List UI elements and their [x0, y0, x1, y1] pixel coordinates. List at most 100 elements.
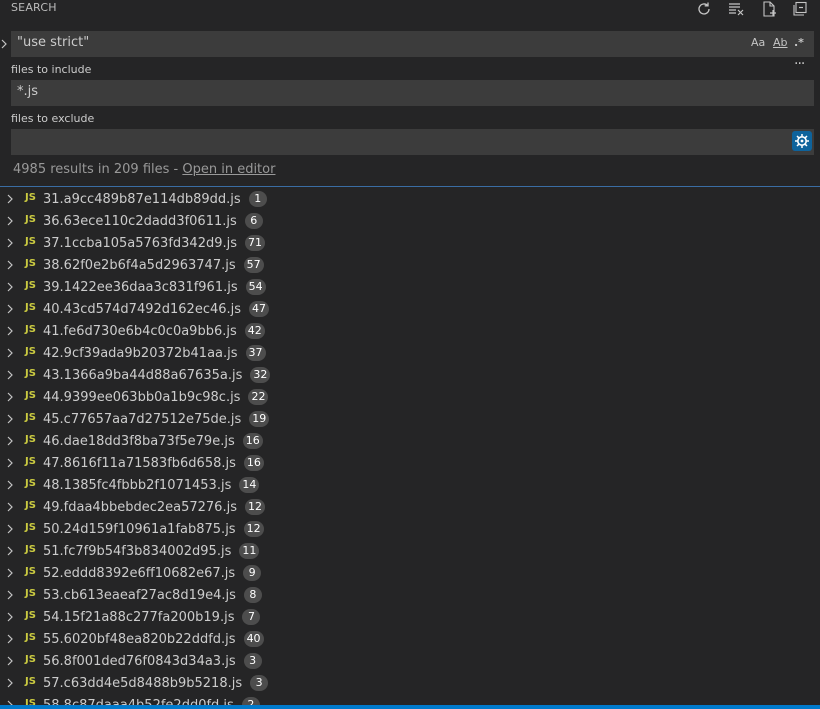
chevron-right-icon[interactable] [5, 325, 15, 337]
clear-results-icon[interactable] [726, 0, 746, 18]
result-file-row[interactable]: JS 53.cb613eaeaf27ac8d19e4.js 8 [0, 584, 820, 606]
chevron-right-icon[interactable] [5, 347, 15, 359]
result-file-row[interactable]: JS 42.9cf39ada9b20372b41aa.js 37 [0, 342, 820, 364]
js-file-icon: JS [25, 214, 36, 225]
js-file-icon: JS [25, 566, 36, 577]
result-file-row[interactable]: JS 38.62f0e2b6f4a5d2963747.js 57 [0, 254, 820, 276]
match-count-badge: 16 [242, 433, 263, 449]
chevron-right-icon[interactable] [5, 501, 15, 513]
js-file-icon: JS [25, 434, 36, 445]
match-count-badge: 71 [245, 235, 266, 251]
result-file-row[interactable]: JS 43.1366a9ba44d88a67635a.js 32 [0, 364, 820, 386]
js-file-icon: JS [25, 390, 36, 401]
result-file-row[interactable]: JS 40.43cd574d7492d162ec46.js 47 [0, 298, 820, 320]
chevron-right-icon[interactable] [5, 215, 15, 227]
result-file-name: 38.62f0e2b6f4a5d2963747.js 57 [43, 257, 264, 273]
result-file-name: 53.cb613eaeaf27ac8d19e4.js 8 [43, 587, 262, 603]
result-file-row[interactable]: JS 46.dae18dd3f8ba73f5e79e.js 16 [0, 430, 820, 452]
result-file-row[interactable]: JS 49.fdaa4bbebdec2ea57276.js 12 [0, 496, 820, 518]
js-file-icon: JS [25, 478, 36, 489]
chevron-right-icon[interactable] [5, 523, 15, 535]
open-in-editor-link[interactable]: Open in editor [182, 162, 275, 177]
chevron-right-icon[interactable] [5, 303, 15, 315]
result-file-row[interactable]: JS 57.c63dd4e5d8488b9b5218.js 3 [0, 672, 820, 694]
match-case-icon[interactable]: Aa [751, 36, 765, 49]
file-name-text: 46.dae18dd3f8ba73f5e79e.js [43, 434, 235, 449]
match-count-badge: 12 [244, 499, 265, 515]
js-file-icon: JS [25, 192, 36, 203]
result-file-name: 54.15f21a88c277fa200b19.js 7 [43, 609, 261, 625]
js-file-icon: JS [25, 676, 36, 687]
match-count-badge: 3 [243, 653, 262, 669]
chevron-right-icon[interactable] [5, 633, 15, 645]
chevron-right-icon[interactable] [5, 369, 15, 381]
result-file-name: 57.c63dd4e5d8488b9b5218.js 3 [43, 675, 269, 691]
chevron-right-icon[interactable] [5, 457, 15, 469]
chevron-right-icon[interactable] [5, 391, 15, 403]
file-name-text: 53.cb613eaeaf27ac8d19e4.js [43, 588, 236, 603]
chevron-right-icon[interactable] [5, 479, 15, 491]
js-file-icon: JS [25, 236, 36, 247]
result-file-name: 48.1385fc4fbbb2f1071453.js 14 [43, 477, 260, 493]
regex-icon[interactable]: .* [794, 36, 804, 49]
file-name-text: 44.9399ee063bb0a1b9c98c.js [43, 390, 241, 405]
result-file-row[interactable]: JS 37.1ccba105a5763fd342d9.js 71 [0, 232, 820, 254]
result-file-row[interactable]: JS 54.15f21a88c277fa200b19.js 7 [0, 606, 820, 628]
result-file-row[interactable]: JS 45.c77657aa7d27512e75de.js 19 [0, 408, 820, 430]
match-count-badge: 37 [245, 345, 266, 361]
result-file-name: 36.63ece110c2dadd3f0611.js 6 [43, 213, 263, 229]
chevron-right-icon[interactable] [5, 589, 15, 601]
files-to-include-input[interactable]: *.js [11, 80, 814, 106]
match-count-badge: 16 [243, 455, 264, 471]
chevron-right-icon[interactable] [5, 677, 15, 689]
match-count-badge: 9 [243, 565, 262, 581]
match-count-badge: 47 [249, 301, 270, 317]
result-file-name: 43.1366a9ba44d88a67635a.js 32 [43, 367, 271, 383]
result-file-row[interactable]: JS 50.24d159f10961a1fab875.js 12 [0, 518, 820, 540]
file-name-text: 38.62f0e2b6f4a5d2963747.js [43, 258, 236, 273]
result-file-row[interactable]: JS 51.fc7f9b54f3b834002d95.js 11 [0, 540, 820, 562]
js-file-icon: JS [25, 412, 36, 423]
result-file-row[interactable]: JS 55.6020bf48ea820b22ddfd.js 40 [0, 628, 820, 650]
chevron-right-icon[interactable] [5, 567, 15, 579]
refresh-icon[interactable] [694, 0, 714, 18]
chevron-right-icon[interactable] [5, 413, 15, 425]
result-file-row[interactable]: JS 44.9399ee063bb0a1b9c98c.js 22 [0, 386, 820, 408]
toggle-replace-chevron-icon[interactable] [0, 36, 8, 52]
panel-title: SEARCH [11, 1, 57, 14]
chevron-right-icon[interactable] [5, 655, 15, 667]
search-input[interactable]: "use strict" Aa Ab .* [11, 31, 814, 57]
chevron-right-icon[interactable] [5, 435, 15, 447]
file-name-text: 31.a9cc489b87e114db89dd.js [43, 192, 241, 207]
collapse-all-icon[interactable] [790, 0, 810, 18]
chevron-right-icon[interactable] [5, 259, 15, 271]
chevron-right-icon[interactable] [5, 193, 15, 205]
result-file-name: 31.a9cc489b87e114db89dd.js 1 [43, 191, 267, 207]
new-search-editor-icon[interactable] [759, 0, 779, 18]
js-file-icon: JS [25, 522, 36, 533]
result-file-name: 40.43cd574d7492d162ec46.js 47 [43, 301, 270, 317]
chevron-right-icon[interactable] [5, 545, 15, 557]
result-file-name: 39.1422ee36daa3c831f961.js 54 [43, 279, 266, 295]
files-to-exclude-input[interactable] [11, 129, 814, 155]
chevron-right-icon[interactable] [5, 281, 15, 293]
result-file-row[interactable]: JS 56.8f001ded76f0843d34a3.js 3 [0, 650, 820, 672]
result-file-row[interactable]: JS 47.8616f11a71583fb6d658.js 16 [0, 452, 820, 474]
more-options-icon[interactable]: ··· [794, 56, 805, 72]
match-whole-word-icon[interactable]: Ab [773, 36, 788, 49]
files-to-exclude-label: files to exclude [11, 112, 95, 125]
use-exclude-settings-gear-icon[interactable] [792, 131, 812, 151]
result-file-row[interactable]: JS 52.eddd8392e6ff10682e67.js 9 [0, 562, 820, 584]
file-name-text: 54.15f21a88c277fa200b19.js [43, 610, 235, 625]
result-file-row[interactable]: JS 39.1422ee36daa3c831f961.js 54 [0, 276, 820, 298]
result-file-name: 45.c77657aa7d27512e75de.js 19 [43, 411, 270, 427]
file-name-text: 42.9cf39ada9b20372b41aa.js [43, 346, 238, 361]
chevron-right-icon[interactable] [5, 611, 15, 623]
js-file-icon: JS [25, 654, 36, 665]
result-file-row[interactable]: JS 48.1385fc4fbbb2f1071453.js 14 [0, 474, 820, 496]
result-file-row[interactable]: JS 31.a9cc489b87e114db89dd.js 1 [0, 188, 820, 210]
result-file-row[interactable]: JS 41.fe6d730e6b4c0c0a9bb6.js 42 [0, 320, 820, 342]
match-count-badge: 8 [243, 587, 262, 603]
chevron-right-icon[interactable] [5, 237, 15, 249]
result-file-row[interactable]: JS 36.63ece110c2dadd3f0611.js 6 [0, 210, 820, 232]
